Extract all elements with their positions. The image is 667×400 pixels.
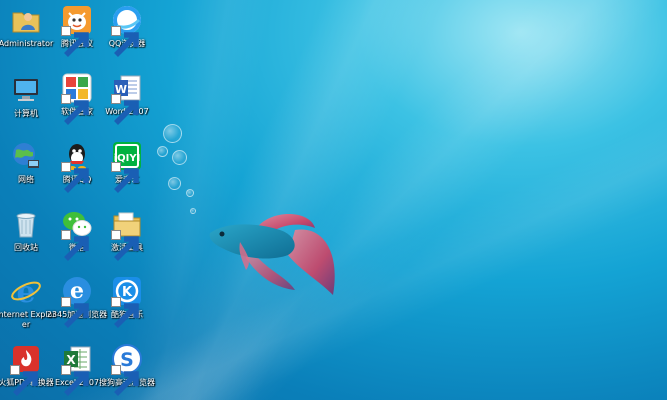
wechat-icon: [61, 208, 93, 261]
sogou-browser-icon: S: [111, 343, 143, 396]
shortcut-arrow-icon: [111, 230, 139, 261]
shortcut-arrow-icon: [61, 365, 89, 396]
qq-browser-icon: [111, 4, 143, 57]
shortcut-arrow-icon: [61, 26, 89, 57]
folder-icon: [111, 208, 143, 261]
desktop-icon-activation-tool[interactable]: 激活工具: [95, 208, 159, 261]
shortcut-arrow-icon: [10, 365, 38, 396]
pdf-converter-icon: [10, 343, 42, 396]
user-folder-icon: [10, 4, 42, 36]
desktop-icon-sogou-browser[interactable]: S 搜狗高速浏览器: [95, 343, 159, 396]
desktop-icon-kugou-music[interactable]: K 酷狗音乐: [95, 275, 159, 328]
browser-2345-icon: e: [61, 275, 93, 328]
desktop-icon-iqiyi[interactable]: iQIYI 爱奇艺: [95, 140, 159, 193]
svg-text:e: e: [16, 275, 35, 307]
internet-explorer-icon: e: [10, 275, 42, 307]
iqiyi-icon: iQIYI: [111, 140, 143, 193]
shortcut-arrow-icon: [61, 230, 89, 261]
shortcut-arrow-icon: [61, 162, 89, 193]
shortcut-arrow-icon: [111, 365, 139, 396]
shortcut-arrow-icon: [61, 94, 89, 125]
desktop-icon-word[interactable]: W Word 2007: [95, 72, 159, 125]
shortcut-arrow-icon: [111, 26, 139, 57]
recycle-bin-icon: [10, 208, 42, 240]
shortcut-arrow-icon: [111, 297, 139, 328]
desktop-icon-qq-browser[interactable]: QQ浏览器: [95, 4, 159, 57]
betta-fish-wallpaper: [209, 214, 335, 295]
network-icon: [10, 140, 42, 172]
word-icon: W: [111, 72, 143, 125]
kugou-music-icon: K: [111, 275, 143, 328]
shortcut-arrow-icon: [111, 94, 139, 125]
software-manager-icon: [61, 72, 93, 125]
qq-icon: [61, 140, 93, 193]
excel-icon: X: [61, 343, 93, 396]
shortcut-arrow-icon: [111, 162, 139, 193]
shortcut-arrow-icon: [61, 297, 89, 328]
tencent-meeting-icon: [61, 4, 93, 57]
computer-icon: [10, 74, 42, 106]
